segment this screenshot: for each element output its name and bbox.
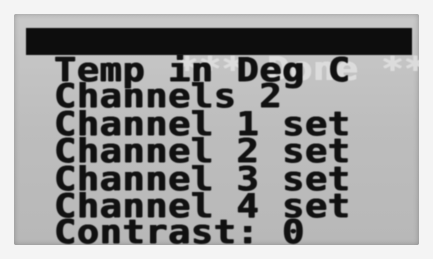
- contrast-line: Contrast: 0: [54, 212, 305, 245]
- device-bezel: *** Done *** Temp in Deg C Channels 2 Ch…: [0, 0, 433, 259]
- lcd-screen: *** Done *** Temp in Deg C Channels 2 Ch…: [14, 14, 419, 245]
